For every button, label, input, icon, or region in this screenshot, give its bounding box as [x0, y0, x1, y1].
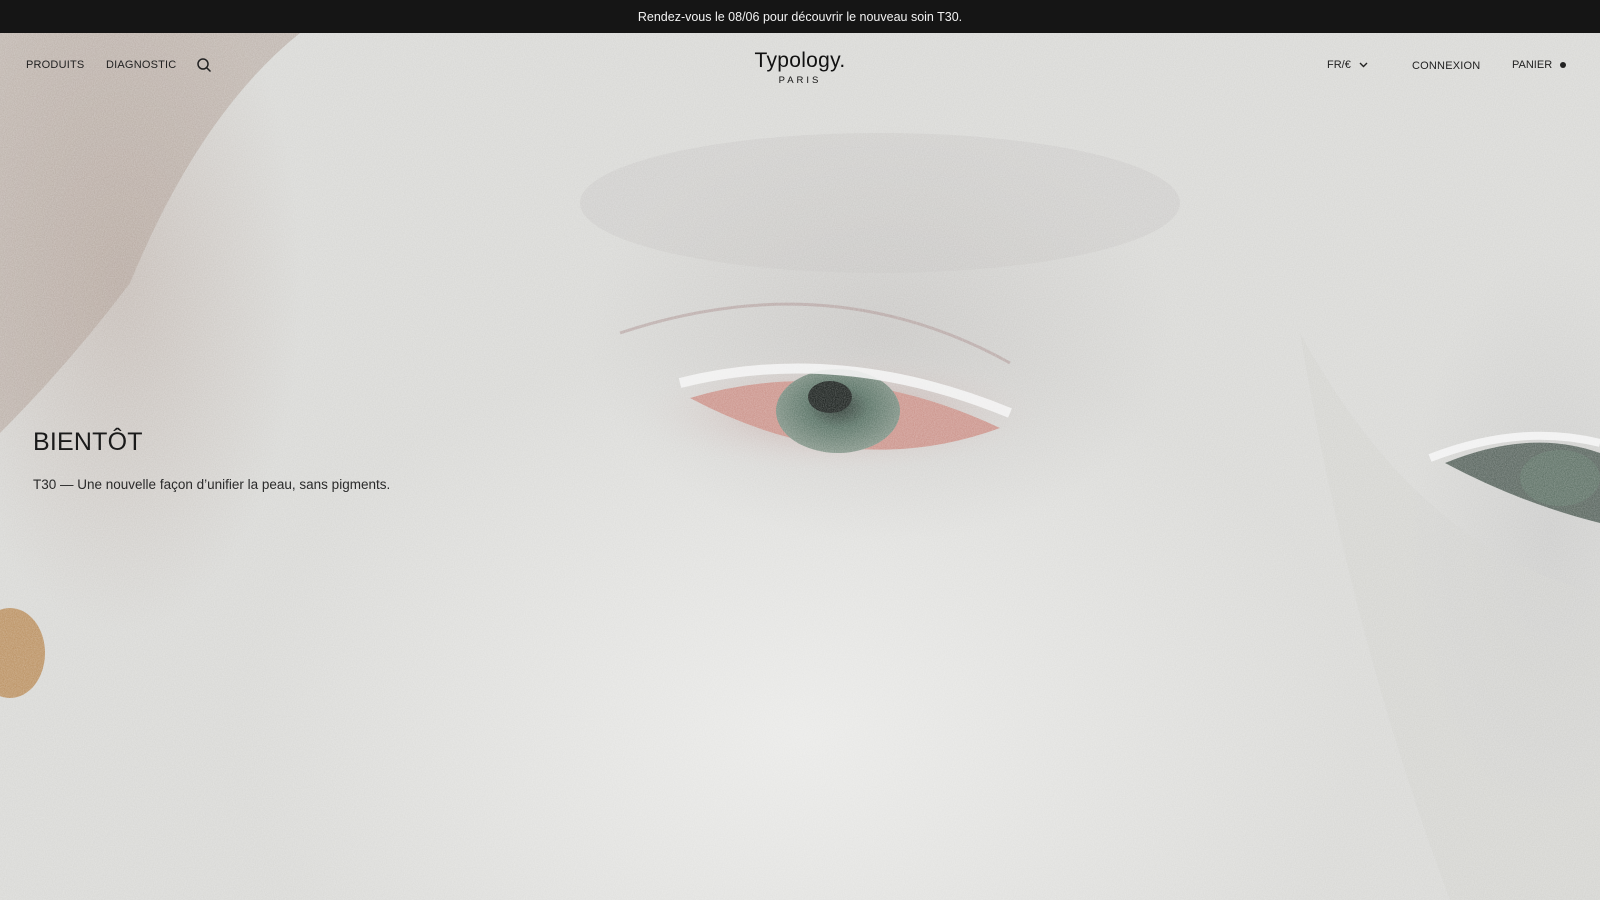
announcement-bar: Rendez-vous le 08/06 pour découvrir le n…	[0, 0, 1600, 33]
language-currency-label: FR/€	[1327, 59, 1351, 71]
language-currency-select[interactable]: FR/€	[1327, 59, 1368, 71]
brand-logo[interactable]: Typology. PARIS	[740, 49, 860, 86]
cart-dot-icon	[1560, 62, 1567, 68]
cart-button[interactable]: PANIER	[1512, 59, 1567, 71]
nav-produits[interactable]: PRODUITS	[26, 59, 84, 71]
hero-subtitle: T30 — Une nouvelle façon d’unifier la pe…	[33, 477, 391, 492]
search-icon[interactable]	[196, 57, 212, 73]
logo-wordmark: Typology.	[754, 49, 846, 72]
nav-connexion[interactable]: CONNEXION	[1412, 60, 1480, 72]
logo-city: PARIS	[778, 75, 822, 86]
cart-label: PANIER	[1512, 59, 1553, 71]
nav-diagnostic[interactable]: DIAGNOSTIC	[106, 59, 176, 71]
hero-title: BIENTÔT	[33, 428, 143, 456]
hero-text-block: BIENTÔT T30 — Une nouvelle façon d’unifi…	[33, 428, 390, 492]
announcement-text: Rendez-vous le 08/06 pour découvrir le n…	[637, 9, 963, 24]
chevron-down-icon	[1359, 59, 1368, 71]
main-nav: PRODUITS DIAGNOSTIC Typology. PARIS FR/€…	[0, 33, 1600, 99]
